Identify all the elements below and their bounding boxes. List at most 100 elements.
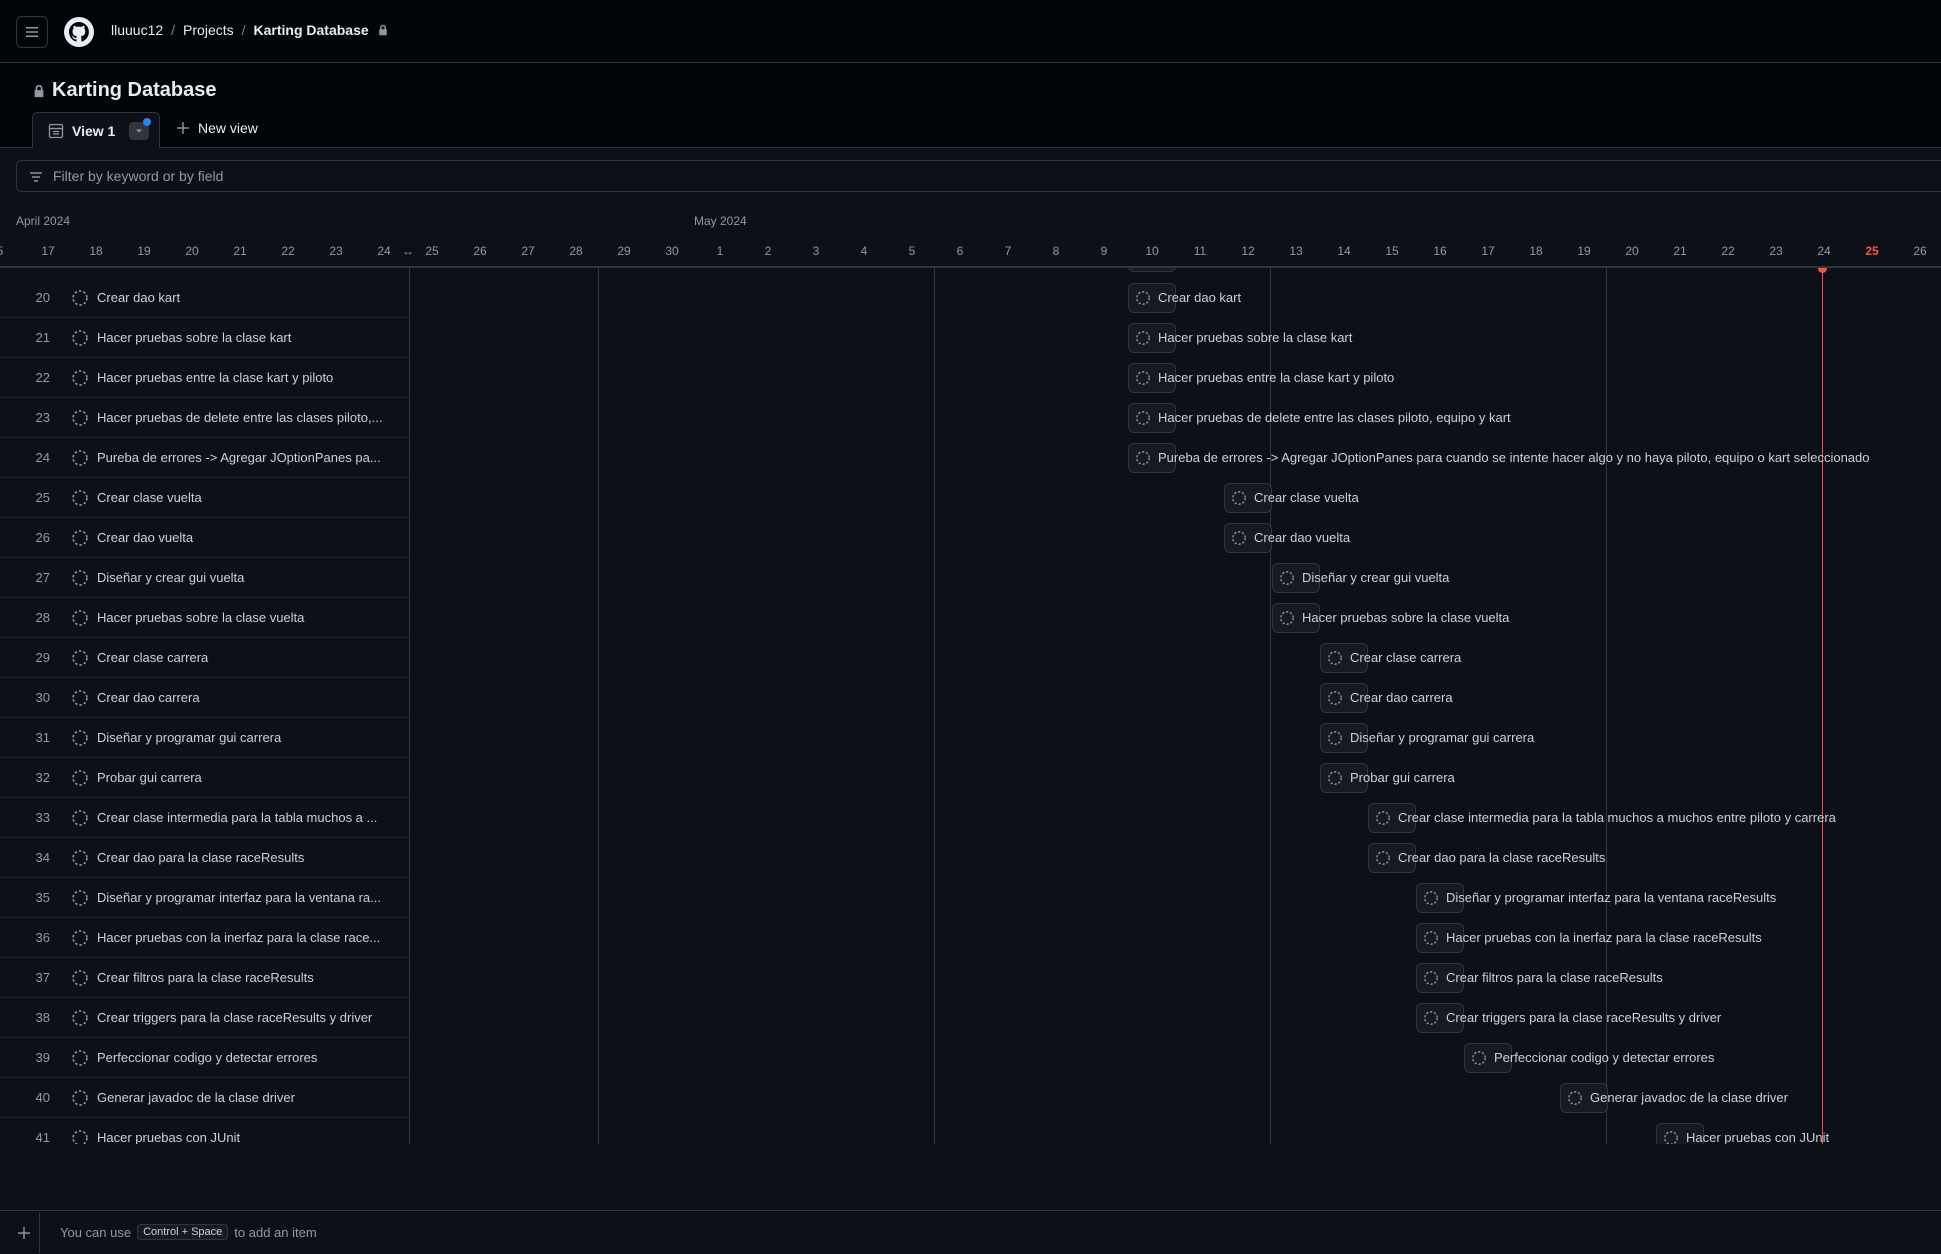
roadmap-bar-label: Diseñar y programar interfaz para la ven…: [1446, 890, 1777, 905]
item-title[interactable]: Crear dao para la clase raceResults: [97, 850, 397, 865]
item-title[interactable]: Crear clase intermedia para la tabla muc…: [97, 810, 397, 825]
item-title[interactable]: Perfeccionar codigo y detectar errores: [97, 1050, 397, 1065]
day-tick-label: 27: [521, 244, 535, 258]
list-item[interactable]: 39 Perfeccionar codigo y detectar errores: [0, 1038, 410, 1078]
item-number: 22: [35, 370, 50, 385]
month-label-april: April 2024: [16, 214, 71, 228]
list-item[interactable]: 31 Diseñar y programar gui carrera: [0, 718, 410, 758]
item-title[interactable]: Diseñar y crear gui vuelta: [97, 570, 397, 585]
item-title[interactable]: Hacer pruebas sobre la clase kart: [97, 330, 397, 345]
item-title[interactable]: Hacer pruebas con la inerfaz para la cla…: [97, 930, 397, 945]
item-list-pane: 20 Crear dao kart 21 Hacer pruebas sobre la…: [0, 268, 410, 1144]
lock-icon: [34, 84, 44, 97]
new-view-label: New view: [198, 120, 258, 136]
hint-prefix: You can use: [60, 1224, 132, 1240]
list-item[interactable]: 28 Hacer pruebas sobre la clase vuelta: [0, 598, 410, 638]
tab-view-1[interactable]: View 1: [32, 112, 160, 148]
hamburger-menu-button[interactable]: [16, 16, 48, 48]
list-item[interactable]: 36 Hacer pruebas con la inerfaz para la c…: [0, 918, 410, 958]
item-number: 21: [35, 330, 50, 345]
draft-status-icon: [71, 809, 89, 827]
roadmap-bar-label: Diseñar y crear gui vuelta: [1302, 570, 1450, 585]
day-tick-label: 29: [617, 244, 631, 258]
item-number: 36: [35, 930, 50, 945]
item-title[interactable]: Crear dao carrera: [97, 690, 397, 705]
item-number: 33: [35, 810, 50, 825]
list-item[interactable]: 37 Crear filtros para la clase raceResult…: [0, 958, 410, 998]
item-title[interactable]: Pureba de errores -> Agregar JOptionPane…: [97, 450, 397, 465]
item-title[interactable]: Diseñar y programar interfaz para la ven…: [97, 890, 397, 905]
item-title[interactable]: Hacer pruebas sobre la clase vuelta: [97, 610, 397, 625]
keyboard-shortcut: Control + Space: [137, 1224, 229, 1240]
list-item[interactable]: 33 Crear clase intermedia para la tabla m…: [0, 798, 410, 838]
item-title[interactable]: Probar gui carrera: [97, 770, 397, 785]
item-title[interactable]: Crear clase vuelta: [97, 490, 397, 505]
item-title[interactable]: Hacer pruebas entre la clase kart y pilo…: [97, 370, 397, 385]
list-item[interactable]: 21 Hacer pruebas sobre la clase kart: [0, 318, 410, 358]
list-item[interactable]: 35 Diseñar y programar interfaz para la v…: [0, 878, 410, 918]
day-tick-label: 26: [1913, 244, 1927, 258]
day-tick-label: 18: [89, 244, 103, 258]
item-title[interactable]: Crear triggers para la clase raceResults…: [97, 1010, 397, 1025]
list-item[interactable]: 32 Probar gui carrera: [0, 758, 410, 798]
github-logo-icon[interactable]: [63, 16, 95, 48]
item-title[interactable]: Hacer pruebas de delete entre las clases…: [97, 410, 397, 425]
list-item[interactable]: 24 Pureba de errores -> Agregar JOptionPa…: [0, 438, 410, 478]
breadcrumb-owner[interactable]: lluuuc12: [111, 22, 163, 38]
breadcrumb-current-project[interactable]: Karting Database: [254, 22, 369, 38]
list-item[interactable]: 25 Crear clase vuelta: [0, 478, 410, 518]
breadcrumb-projects[interactable]: Projects: [183, 22, 234, 38]
item-title[interactable]: Crear filtros para la clase raceResults: [97, 970, 397, 985]
filter-input[interactable]: Filter by keyword or by field: [16, 160, 1941, 192]
add-item-button[interactable]: [8, 1213, 40, 1253]
roadmap-bar-label: Probar gui carrera: [1350, 770, 1455, 785]
draft-status-icon: [1423, 1010, 1439, 1026]
item-number: 37: [35, 970, 50, 985]
day-tick-label: 1: [716, 244, 724, 258]
roadmap-bar-label: Crear dao para la clase raceResults: [1398, 850, 1606, 865]
roadmap-bar-label: Hacer pruebas sobre la clase vuelta: [1302, 610, 1510, 625]
item-title[interactable]: Diseñar y programar gui carrera: [97, 730, 397, 745]
draft-status-icon: [1135, 410, 1151, 426]
day-tick-label: 4: [860, 244, 868, 258]
list-item[interactable]: 27 Diseñar y crear gui vuelta: [0, 558, 410, 598]
project-title-row: Karting Database: [32, 79, 217, 102]
list-item[interactable]: 20 Crear dao kart: [0, 278, 410, 318]
list-item[interactable]: 38 Crear triggers para la clase raceResul…: [0, 998, 410, 1038]
draft-status-icon: [71, 569, 89, 587]
roadmap-bar-label: Crear filtros para la clase raceResults: [1446, 970, 1663, 985]
list-item[interactable]: 34 Crear dao para la clase raceResults: [0, 838, 410, 878]
item-number: 40: [35, 1090, 50, 1105]
list-item[interactable]: 23 Hacer pruebas de delete entre las clas…: [0, 398, 410, 438]
day-tick-label: 9: [1100, 244, 1108, 258]
item-number: 31: [35, 730, 50, 745]
roadmap-bar[interactable]: [1128, 268, 1176, 272]
list-item[interactable]: 41 Hacer pruebas con JUnit: [0, 1118, 410, 1144]
new-view-button[interactable]: New view: [176, 120, 258, 136]
day-tick-label: 30: [665, 244, 679, 258]
draft-status-icon: [1663, 1130, 1679, 1144]
breadcrumb: lluuuc12 / Projects / Karting Database: [111, 22, 389, 38]
draft-status-icon: [1231, 490, 1247, 506]
item-title[interactable]: Crear dao kart: [97, 290, 397, 305]
list-item[interactable]: 22 Hacer pruebas entre la clase kart y pi…: [0, 358, 410, 398]
week-divider: [598, 268, 599, 1144]
day-tick-label: 10: [1145, 244, 1159, 258]
item-title[interactable]: Crear clase carrera: [97, 650, 397, 665]
item-title[interactable]: Hacer pruebas con JUnit: [97, 1130, 397, 1144]
draft-status-icon: [71, 529, 89, 547]
list-item[interactable]: 29 Crear clase carrera: [0, 638, 410, 678]
list-item[interactable]: 26 Crear dao vuelta: [0, 518, 410, 558]
draft-status-icon: [71, 689, 89, 707]
list-item[interactable]: 40 Generar javadoc de la clase driver: [0, 1078, 410, 1118]
day-tick-label: 22: [281, 244, 295, 258]
list-item[interactable]: 30 Crear dao carrera: [0, 678, 410, 718]
item-number: 35: [35, 890, 50, 905]
column-resize-handle[interactable]: ↔: [402, 244, 414, 258]
roadmap-bar-label: Generar javadoc de la clase driver: [1590, 1090, 1788, 1105]
draft-status-icon: [71, 609, 89, 627]
item-number: 27: [35, 570, 50, 585]
item-title[interactable]: Generar javadoc de la clase driver: [97, 1090, 397, 1105]
add-item-hint[interactable]: You can use Control + Space to add an it…: [60, 1224, 317, 1240]
item-title[interactable]: Crear dao vuelta: [97, 530, 397, 545]
